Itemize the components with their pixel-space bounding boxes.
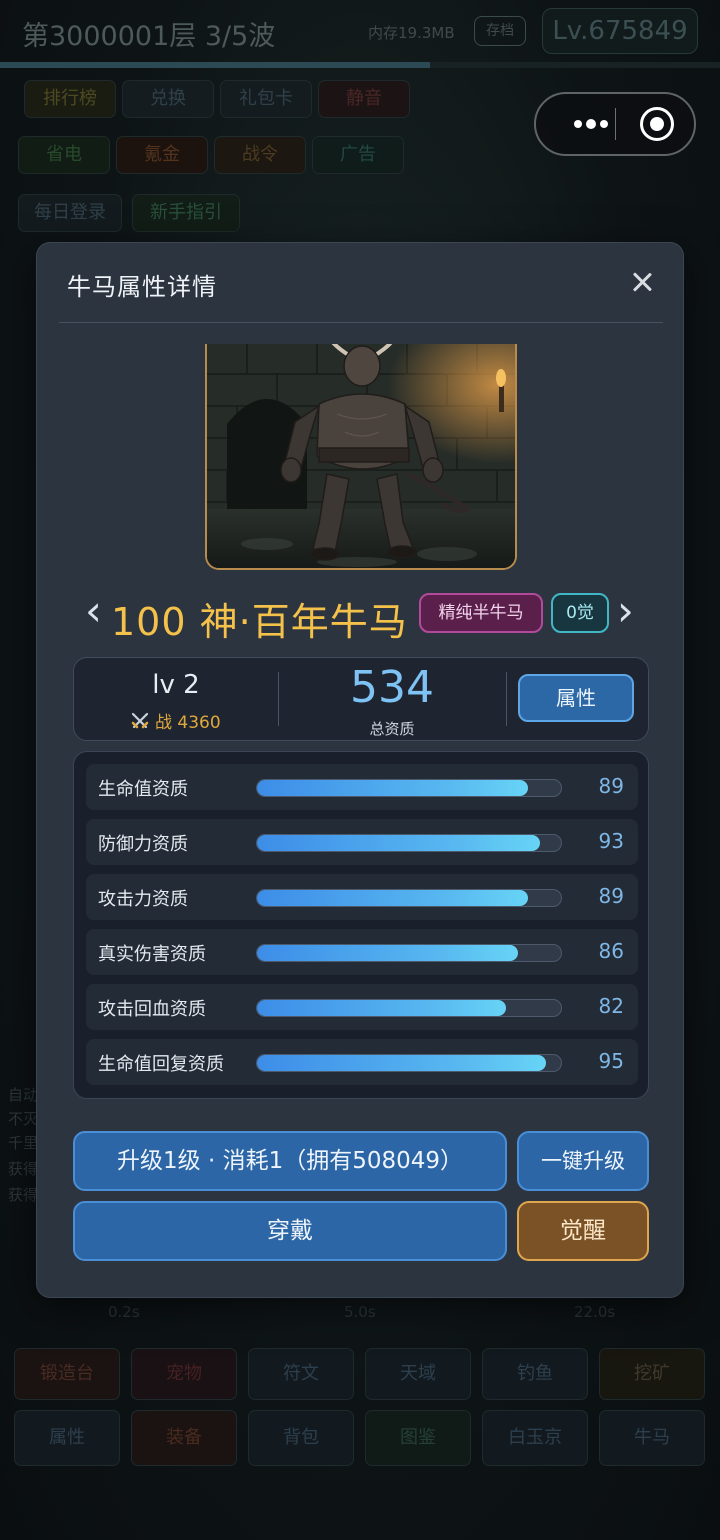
- player-level: Lv.675849: [542, 8, 698, 54]
- stat-bar: [256, 834, 562, 852]
- nav-baiyujing[interactable]: 白玉京: [482, 1410, 588, 1466]
- log-line: 获得: [8, 1186, 39, 1204]
- stat-bar: [256, 889, 562, 907]
- nav-niuma[interactable]: 牛马: [599, 1410, 705, 1466]
- stat-label: 真实伤害资质: [98, 944, 206, 965]
- save-button[interactable]: 存档: [474, 16, 526, 46]
- stat-value: 86: [598, 939, 624, 963]
- nav-fishing[interactable]: 钓鱼: [482, 1348, 588, 1400]
- rarity-badge: 精纯半牛马: [419, 593, 543, 633]
- crossed-swords-icon: [130, 711, 150, 736]
- skill-timer: 5.0s: [344, 1303, 376, 1321]
- nav-equipment[interactable]: 装备: [131, 1410, 237, 1466]
- modal-title: 牛马属性详情: [67, 273, 217, 301]
- stat-row: 真实伤害资质 86: [86, 929, 638, 975]
- top-bar: 第3000001层 3/5波 内存19.3MB 存档 Lv.675849: [0, 0, 720, 62]
- log-line: 不灭: [8, 1110, 39, 1128]
- target-icon[interactable]: [640, 107, 674, 141]
- awaken-level-badge: 0觉: [551, 593, 609, 633]
- log-line: 自动: [8, 1086, 39, 1104]
- mute-button[interactable]: 静音: [318, 80, 410, 118]
- stat-bar: [256, 999, 562, 1017]
- equip-button[interactable]: 穿戴: [73, 1201, 507, 1261]
- upgrade-button[interactable]: 升级1级 · 消耗1（拥有508049）: [73, 1131, 507, 1191]
- stat-label: 防御力资质: [98, 834, 188, 855]
- stat-value: 89: [598, 884, 624, 908]
- stat-row: 攻击力资质 89: [86, 874, 638, 920]
- niuma-detail-modal: 牛马属性详情 ‹ 100 神·百年牛马 精纯半牛马 0觉 › lv 2 战 43…: [36, 242, 684, 1298]
- stat-value: 89: [598, 774, 624, 798]
- skill-timer: 0.2s: [108, 1303, 140, 1321]
- prev-arrow-icon[interactable]: ‹: [85, 590, 102, 632]
- stat-row: 生命值回复资质 95: [86, 1039, 638, 1085]
- stat-value: 93: [598, 829, 624, 853]
- floor-title: 第3000001层 3/5波: [22, 21, 276, 52]
- stat-label: 攻击力资质: [98, 889, 188, 910]
- stat-row: 攻击回血资质 82: [86, 984, 638, 1030]
- combat-power-value: 战 4360: [155, 713, 221, 733]
- hero-level: lv 2: [152, 670, 200, 700]
- total-aptitude-label: 总资质: [369, 720, 415, 738]
- nav-pets[interactable]: 宠物: [131, 1348, 237, 1400]
- character-portrait: [205, 344, 517, 570]
- total-aptitude-value: 534: [350, 662, 434, 713]
- nav-backpack[interactable]: 背包: [248, 1410, 354, 1466]
- stat-value: 95: [598, 1049, 624, 1073]
- summary-card: lv 2 战 4360 534 总资质 属性: [73, 657, 649, 741]
- attributes-button[interactable]: 属性: [518, 674, 634, 722]
- close-icon[interactable]: [629, 269, 655, 295]
- ad-button[interactable]: 广告: [312, 136, 404, 174]
- title-divider: [59, 322, 663, 323]
- tutorial-button[interactable]: 新手指引: [132, 194, 240, 232]
- stat-label: 生命值回复资质: [98, 1054, 224, 1075]
- battle-pass-button[interactable]: 战令: [214, 136, 306, 174]
- daily-login-button[interactable]: 每日登录: [18, 194, 122, 232]
- exchange-button[interactable]: 兑换: [122, 80, 214, 118]
- miniprogram-capsule: [534, 92, 696, 156]
- power-save-button[interactable]: 省电: [18, 136, 110, 174]
- hero-name-row: ‹ 100 神·百年牛马 精纯半牛马 0觉 ›: [37, 587, 685, 645]
- nav-codex[interactable]: 图鉴: [365, 1410, 471, 1466]
- stat-value: 82: [598, 994, 624, 1018]
- topup-button[interactable]: 氪金: [116, 136, 208, 174]
- stat-bar: [256, 1054, 562, 1072]
- divider: [506, 672, 507, 726]
- nav-mining[interactable]: 挖矿: [599, 1348, 705, 1400]
- stat-bar: [256, 779, 562, 797]
- awaken-button[interactable]: 觉醒: [517, 1201, 649, 1261]
- one-key-upgrade-button[interactable]: 一键升级: [517, 1131, 649, 1191]
- nav-forge[interactable]: 锻造台: [14, 1348, 120, 1400]
- nav-sky-realm[interactable]: 天域: [365, 1348, 471, 1400]
- nav-runes[interactable]: 符文: [248, 1348, 354, 1400]
- stat-label: 生命值资质: [98, 779, 188, 800]
- hero-name: 100 神·百年牛马: [111, 600, 408, 644]
- gift-card-button[interactable]: 礼包卡: [220, 80, 312, 118]
- log-line: 千里: [8, 1134, 39, 1152]
- next-arrow-icon[interactable]: ›: [617, 590, 634, 632]
- stat-bar: [256, 944, 562, 962]
- skill-timer: 22.0s: [574, 1303, 616, 1321]
- stat-label: 攻击回血资质: [98, 999, 206, 1020]
- ranking-button[interactable]: 排行榜: [24, 80, 116, 118]
- aptitude-stats-card: 生命值资质 89 防御力资质 93 攻击力资质 89 真实伤害资质 86 攻击回…: [73, 751, 649, 1099]
- stat-row: 生命值资质 89: [86, 764, 638, 810]
- wave-progress-bar: [0, 62, 720, 68]
- combat-power: 战 4360: [130, 708, 221, 736]
- nav-attributes[interactable]: 属性: [14, 1410, 120, 1466]
- stat-row: 防御力资质 93: [86, 819, 638, 865]
- memory-usage: 内存19.3MB: [368, 24, 455, 42]
- log-line: 获得: [8, 1160, 39, 1178]
